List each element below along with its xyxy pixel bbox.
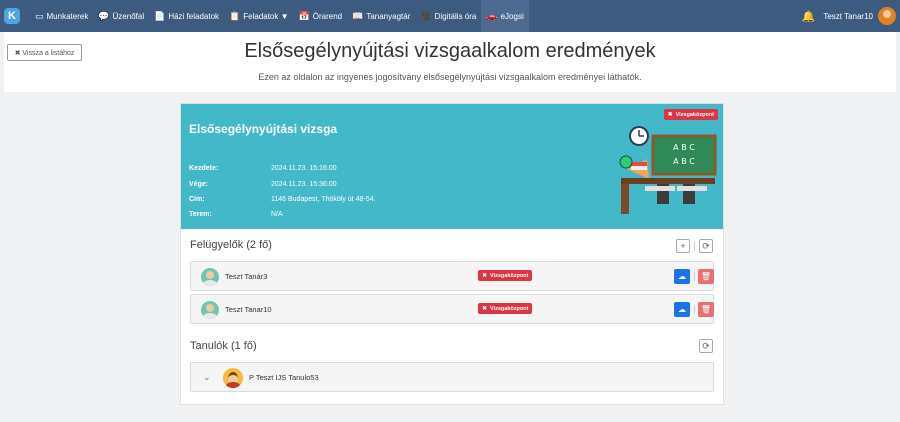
- user-name[interactable]: Teszt Tanar10: [823, 12, 873, 21]
- exam-center-badge: ✖ Vizsgaközpont: [663, 109, 718, 120]
- cloud-upload-icon: ☁: [678, 305, 686, 314]
- nav-item-munkaterek[interactable]: ▭ Munkaterek: [30, 0, 93, 32]
- nav-item-label: Üzenőfal: [112, 11, 145, 21]
- students-title: Tanulók (1 fő): [190, 340, 257, 352]
- book-icon: 📖: [352, 10, 364, 21]
- nav-item-label: Órarend: [312, 11, 343, 21]
- delete-button[interactable]: 🗑: [698, 302, 714, 317]
- nav-item-feladatok[interactable]: 📋 Feladatok ▼: [224, 0, 294, 32]
- nav-item-hazi-feladatok[interactable]: 📄 Házi feladatok: [149, 0, 224, 32]
- start-value: 2024.11.23. 15:16:00: [271, 165, 337, 172]
- top-navbar: K ▭ Munkaterek 💬 Üzenőfal 📄 Házi feladat…: [0, 0, 900, 32]
- nav-item-orarend[interactable]: 📅 Órarend: [294, 0, 348, 32]
- upload-button[interactable]: ☁: [674, 269, 690, 284]
- chat-icon: 💬: [98, 10, 110, 21]
- board-text-line-2: A B C: [673, 157, 695, 166]
- end-label: Vége:: [189, 181, 209, 188]
- exam-title: Elsősegélynyújtási vizsga: [189, 122, 338, 136]
- nav-item-ejogsi[interactable]: 🚗 eJogsi: [481, 0, 529, 32]
- car-icon: 🚗: [486, 10, 498, 21]
- plus-icon: +: [680, 241, 686, 251]
- user-menu[interactable]: 🔔 Teszt Tanar10: [802, 0, 896, 32]
- avatar: [201, 268, 219, 286]
- divider: [694, 272, 695, 281]
- avatar: [223, 368, 243, 388]
- student-row[interactable]: ⌄ P Teszt IJS Tanulo53: [190, 362, 714, 392]
- end-value: 2024.11.23. 15:36:00: [271, 181, 337, 188]
- exam-center-badge: ✖ Vizsgaközpont: [478, 270, 533, 281]
- page-header: ✖ Vissza a listához Elsősegélynyújtási v…: [4, 32, 896, 92]
- app-logo[interactable]: K: [4, 8, 20, 24]
- close-icon: ✖: [482, 306, 488, 312]
- badge-label: Vizsgaközpont: [490, 305, 529, 312]
- badge-label: Vizsgaközpont: [490, 272, 529, 279]
- refresh-students-button[interactable]: ⟳: [699, 339, 713, 353]
- supervisor-row: Teszt Tanar10 ✖ Vizsgaközpont ☁ 🗑: [190, 294, 714, 324]
- nav-item-digitalis-ora[interactable]: 🎥 Digitális óra: [415, 0, 481, 32]
- page-title: Elsősegélynyújtási vizsgaalkalom eredmén…: [244, 40, 656, 62]
- address-label: Cím:: [189, 196, 205, 203]
- exam-card: Elsősegélynyújtási vizsga ✖ Vizsgaközpon…: [180, 103, 724, 405]
- document-icon: 📄: [154, 10, 166, 21]
- delete-button[interactable]: 🗑: [698, 269, 714, 284]
- badge-label: Vizsgaközpont: [675, 111, 714, 118]
- clipboard-icon: 📋: [229, 10, 241, 21]
- monitor-icon: ▭: [35, 10, 44, 21]
- video-camera-icon: 🎥: [420, 10, 432, 21]
- classroom-illustration: A B C A B C: [619, 126, 717, 214]
- nav-item-label: Munkaterek: [46, 11, 89, 21]
- nav-item-label: Tananyagtár: [366, 11, 411, 21]
- supervisor-name: Teszt Tanár3: [225, 272, 268, 281]
- exam-center-badge: ✖ Vizsgaközpont: [478, 303, 533, 314]
- nav-item-uzenofal[interactable]: 💬 Üzenőfal: [93, 0, 149, 32]
- nav-item-label: Házi feladatok: [168, 11, 220, 21]
- calendar-icon: 📅: [298, 10, 310, 21]
- page-subtitle: Ezen az oldalon az ingyenes jogosítvány …: [258, 72, 642, 82]
- upload-button[interactable]: ☁: [674, 302, 690, 317]
- trash-icon: 🗑: [700, 305, 712, 314]
- divider: [694, 241, 695, 251]
- close-icon: ✖: [482, 273, 488, 279]
- close-icon: ✖: [667, 112, 673, 118]
- nav-item-label: Feladatok ▼: [243, 11, 289, 21]
- supervisor-name: Teszt Tanar10: [225, 305, 272, 314]
- board-text-line-1: A B C: [673, 143, 695, 152]
- start-label: Kezdete:: [189, 165, 219, 172]
- exam-banner: Elsősegélynyújtási vizsga ✖ Vizsgaközpon…: [181, 104, 723, 229]
- supervisor-row: Teszt Tanár3 ✖ Vizsgaközpont ☁ 🗑: [190, 261, 714, 291]
- refresh-icon: ⟳: [702, 340, 710, 351]
- refresh-icon: ⟳: [702, 240, 710, 251]
- supervisors-title: Felügyelők (2 fő): [190, 239, 272, 251]
- cloud-upload-icon: ☁: [678, 272, 686, 281]
- room-label: Terem:: [189, 211, 212, 218]
- avatar: [201, 301, 219, 319]
- nav-item-tananyagtar[interactable]: 📖 Tananyagtár: [347, 0, 415, 32]
- nav-item-label: Digitális óra: [434, 11, 477, 21]
- bell-icon[interactable]: 🔔: [802, 10, 816, 23]
- nav-item-label: eJogsi: [500, 11, 524, 21]
- chevron-down-icon[interactable]: ⌄: [203, 372, 211, 383]
- add-supervisor-button[interactable]: +: [676, 239, 690, 253]
- user-avatar[interactable]: [878, 7, 896, 25]
- address-value: 1146 Budapest, Thököly út 48-54.: [271, 196, 376, 203]
- room-value: N/A: [271, 211, 283, 218]
- student-name: P Teszt IJS Tanulo53: [249, 373, 319, 382]
- divider: [694, 305, 695, 314]
- refresh-supervisors-button[interactable]: ⟳: [699, 239, 713, 253]
- trash-icon: 🗑: [700, 272, 712, 281]
